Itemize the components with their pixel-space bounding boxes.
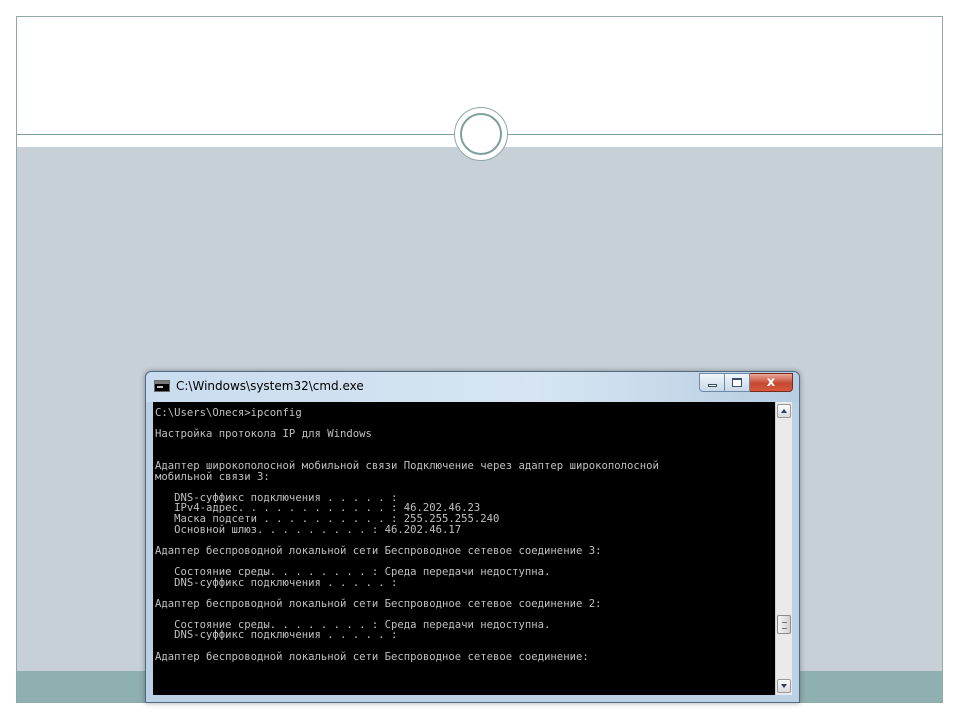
console-line: Основной шлюз. . . . . . . . . : 46.202.… (155, 523, 462, 536)
scroll-down-button[interactable] (777, 679, 791, 693)
console-line: Маска подсети . . . . . . . . . . : 255.… (155, 512, 500, 525)
window-titlebar[interactable]: C:\Windows\system32\cmd.exe x (146, 372, 799, 402)
console-line: C:\Users\Олеся>ipconfig (155, 407, 302, 419)
console-lines: C:\Users\Олеся>ipconfig Настройка протоко… (153, 402, 775, 662)
console-line: Адаптер беспроводной локальной сети Бесп… (155, 544, 602, 557)
cmd-icon (154, 380, 170, 392)
console-line: Состояние среды. . . . . . . . : Среда п… (155, 565, 551, 578)
console-line: мобильной связи 3: (155, 470, 270, 483)
console-line: Настройка протокола IP для Windows (155, 428, 372, 441)
window-title: C:\Windows\system32\cmd.exe (176, 379, 364, 393)
decorative-circle (454, 107, 508, 161)
console-line: DNS-суффикс подключения . . . . . : (155, 576, 398, 589)
console-line: DNS-суффикс подключения . . . . . : (155, 629, 398, 642)
close-button[interactable]: x (750, 373, 793, 392)
console-line: Адаптер широкополосной мобильной связи П… (155, 459, 659, 472)
console-line: Адаптер беспроводной локальной сети Бесп… (155, 597, 602, 610)
console-line: Адаптер беспроводной локальной сети Бесп… (155, 650, 589, 663)
vertical-scrollbar[interactable] (775, 402, 792, 695)
cmd-window[interactable]: C:\Windows\system32\cmd.exe x C:\Users\О… (145, 371, 800, 703)
minimize-button[interactable] (699, 373, 725, 392)
maximize-button[interactable] (725, 373, 750, 392)
console-output[interactable]: C:\Users\Олеся>ipconfig Настройка протоко… (153, 402, 775, 695)
scroll-thumb[interactable] (777, 615, 791, 634)
window-controls: x (699, 373, 793, 392)
close-icon: x (766, 375, 776, 390)
scroll-up-button[interactable] (777, 404, 791, 418)
